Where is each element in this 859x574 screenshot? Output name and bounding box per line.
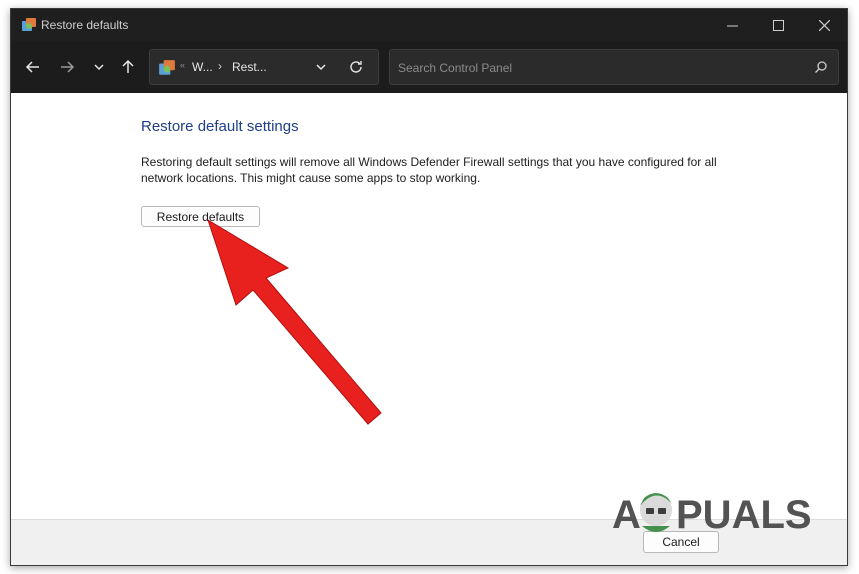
arrow-left-icon — [25, 61, 39, 73]
restore-defaults-button[interactable]: Restore defaults — [141, 206, 260, 227]
up-button[interactable] — [116, 55, 140, 79]
close-button[interactable] — [801, 9, 847, 41]
control-panel-icon — [159, 60, 175, 75]
chevron-down-icon[interactable] — [314, 60, 328, 74]
address-bar[interactable]: « W... › Rest... — [149, 49, 379, 85]
control-panel-icon — [22, 18, 36, 31]
watermark-letter-a: A — [612, 493, 641, 537]
arrow-right-icon — [61, 61, 75, 73]
arrow-up-icon — [122, 59, 134, 73]
search-box[interactable]: Search Control Panel — [389, 49, 839, 85]
screen: Restore defaults « W... › Rest... Search… — [0, 0, 859, 574]
search-icon — [815, 61, 827, 73]
window-title: Restore defaults — [41, 18, 129, 32]
recent-locations-button[interactable] — [87, 55, 111, 79]
title-bar: Restore defaults — [11, 9, 847, 41]
minimize-icon — [726, 25, 738, 26]
main-content: Restore default settings Restoring defau… — [11, 93, 847, 519]
page-title: Restore default settings — [141, 118, 299, 135]
description-text: Restoring default settings will remove a… — [141, 155, 717, 185]
forward-button[interactable] — [55, 55, 79, 79]
refresh-icon[interactable] — [348, 59, 364, 75]
breadcrumb-item-windows[interactable]: W... — [192, 60, 213, 74]
minimize-button[interactable] — [709, 9, 755, 41]
breadcrumb-item-restore[interactable]: Rest... — [232, 60, 267, 74]
maximize-button[interactable] — [755, 9, 801, 41]
mascot-logo — [640, 493, 672, 532]
overflow-chevron-icon[interactable]: « — [180, 60, 185, 70]
appuals-watermark: A PUALS — [612, 493, 812, 537]
search-placeholder: Search Control Panel — [398, 61, 513, 75]
watermark-letters-puals: PUALS — [676, 493, 812, 537]
navigation-bar: « W... › Rest... Search Control Panel — [11, 41, 847, 93]
back-button[interactable] — [21, 55, 45, 79]
maximize-icon — [772, 19, 784, 31]
chevron-down-icon — [94, 64, 104, 71]
breadcrumb-separator-icon: › — [218, 59, 222, 73]
close-icon — [818, 19, 830, 31]
